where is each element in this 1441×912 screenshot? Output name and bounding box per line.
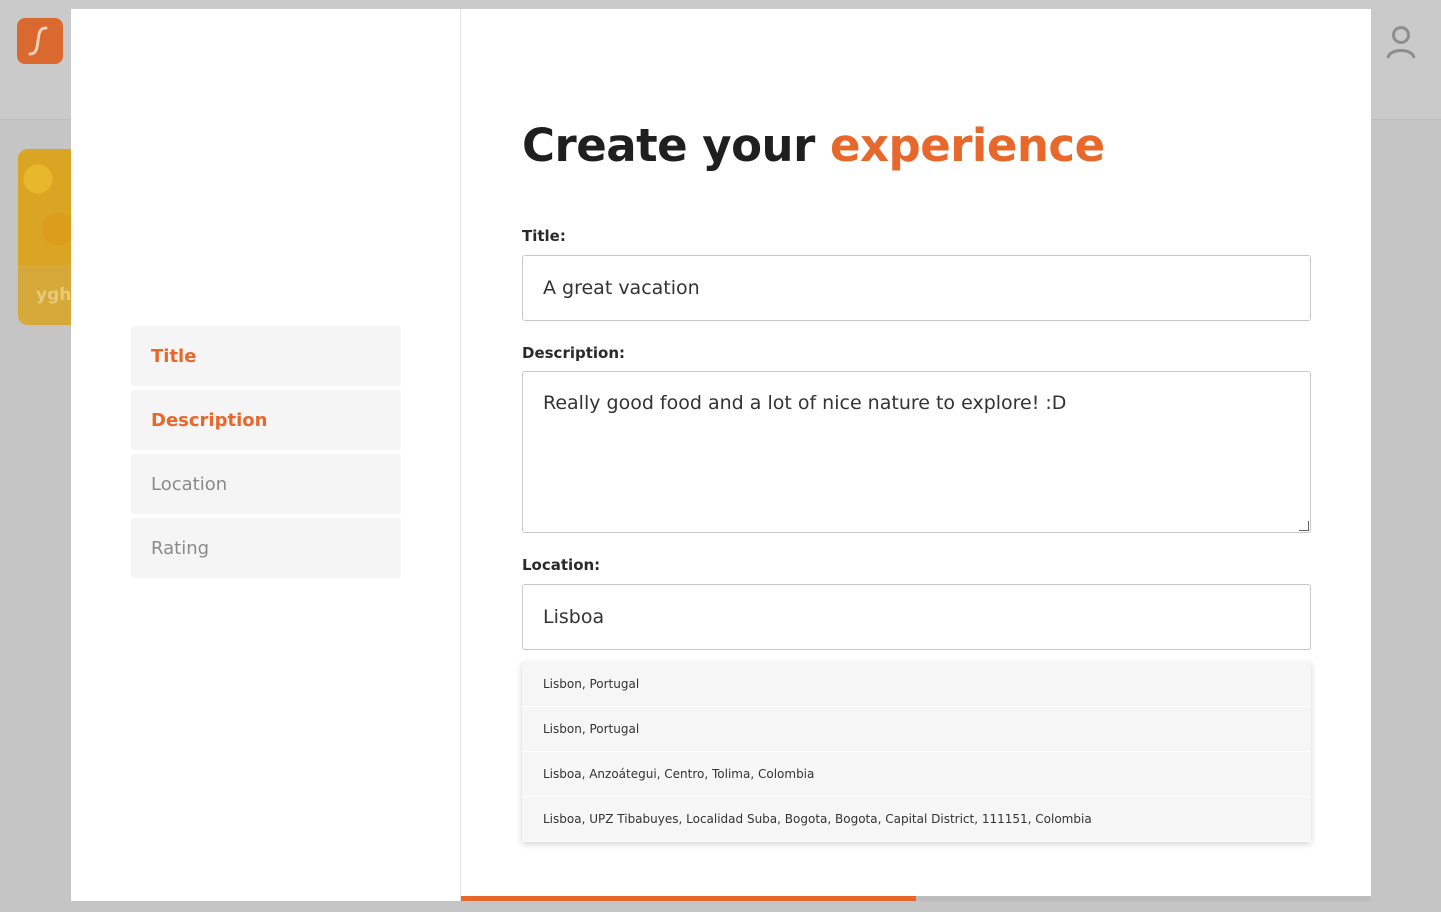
location-suggestion[interactable]: Lisbon, Portugal — [522, 662, 1311, 706]
step-rating[interactable]: Rating — [131, 518, 401, 578]
progress-bar-fill — [461, 896, 916, 901]
progress-bar — [461, 896, 1371, 901]
form-content: Create your experience Title: Descriptio… — [461, 9, 1371, 901]
user-icon[interactable] — [1384, 24, 1418, 60]
page-title: Create your experience — [522, 119, 1105, 172]
location-suggestion[interactable]: Lisboa, UPZ Tibabuyes, Localidad Suba, B… — [522, 797, 1311, 841]
step-location[interactable]: Location — [131, 454, 401, 514]
title-label: Title: — [522, 227, 566, 245]
location-suggestion[interactable]: Lisboa, Anzoátegui, Centro, Tolima, Colo… — [522, 752, 1311, 796]
location-input[interactable] — [522, 584, 1311, 650]
location-suggestions-dropdown: Lisbon, Portugal Lisbon, Portugal Lisboa… — [522, 662, 1311, 842]
title-input[interactable] — [522, 255, 1311, 321]
step-title[interactable]: Title — [131, 326, 401, 386]
page-title-plain: Create your — [522, 119, 815, 172]
step-description[interactable]: Description — [131, 390, 401, 450]
description-textarea[interactable]: Really good food and a lot of nice natur… — [522, 371, 1311, 533]
create-experience-modal: Title Description Location Rating Create… — [71, 9, 1371, 901]
step-sidebar: Title Description Location Rating — [71, 9, 461, 901]
page-title-accent: experience — [829, 119, 1105, 172]
resize-handle-icon[interactable] — [1299, 521, 1309, 531]
location-suggestion[interactable]: Lisbon, Portugal — [522, 707, 1311, 751]
description-label: Description: — [522, 344, 626, 362]
location-label: Location: — [522, 556, 601, 574]
brand-logo-icon[interactable] — [17, 18, 63, 64]
